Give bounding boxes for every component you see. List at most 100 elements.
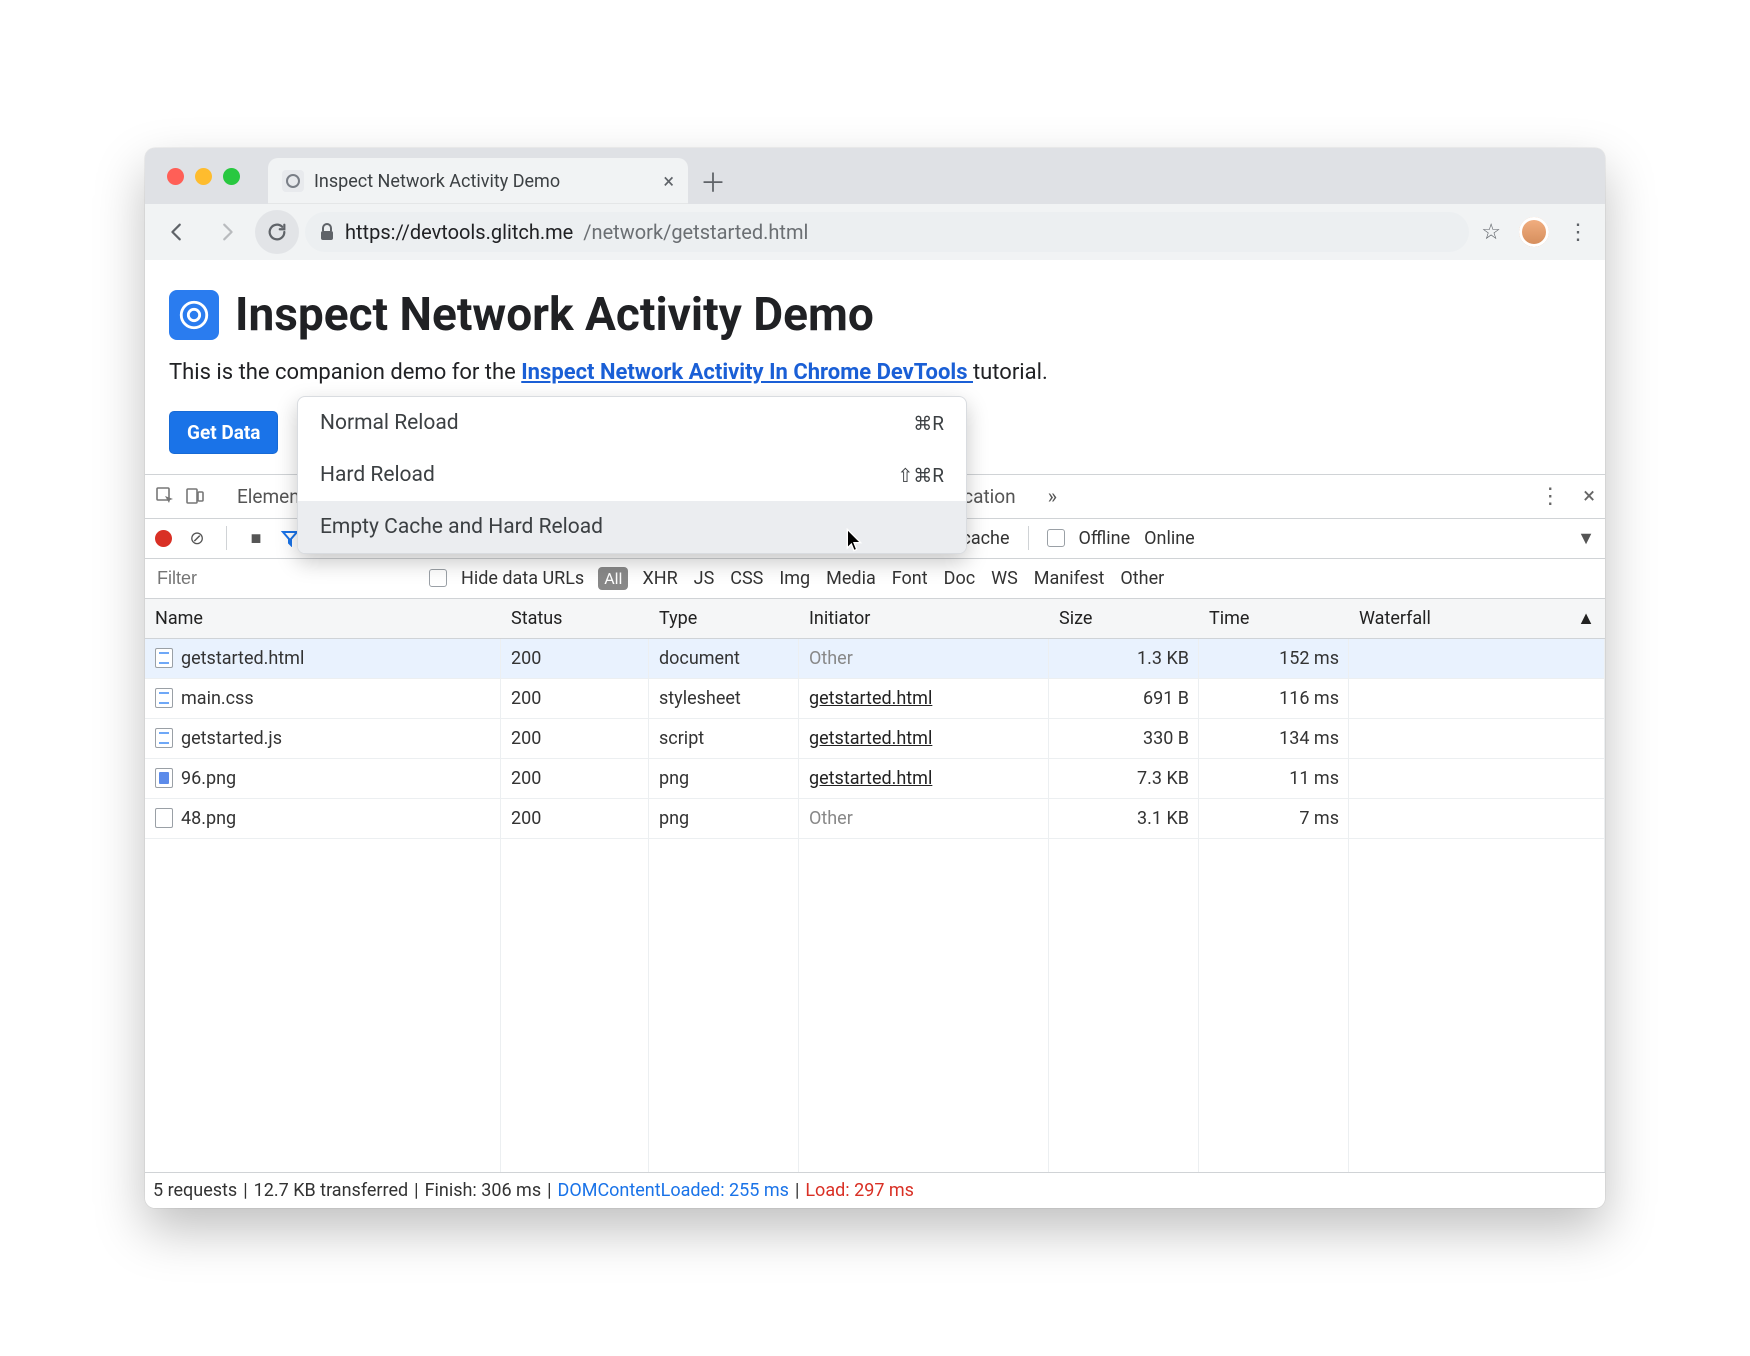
cell-size: 330 B (1049, 728, 1199, 749)
file-name: getstarted.js (181, 728, 282, 749)
url-host: https://devtools.glitch.me (345, 220, 573, 244)
devtools-menu-icon[interactable]: ⋮ (1539, 484, 1561, 509)
cell-status: 200 (501, 728, 649, 749)
menu-empty-cache-hard-reload[interactable]: Empty Cache and Hard Reload (298, 501, 966, 553)
col-status[interactable]: Status (501, 608, 649, 629)
cell-initiator: getstarted.html (799, 728, 1049, 749)
status-bar: 5 requests | 12.7 KB transferred | Finis… (145, 1172, 1605, 1208)
clear-icon[interactable]: ⊘ (186, 528, 208, 549)
filter-input[interactable] (155, 564, 415, 593)
menu-item-label: Empty Cache and Hard Reload (320, 515, 603, 539)
forward-button[interactable] (205, 210, 249, 254)
status-domcontentloaded: DOMContentLoaded: 255 ms (558, 1180, 789, 1201)
url-path: /network/getstarted.html (583, 220, 808, 244)
para-pre: This is the companion demo for the (169, 360, 521, 385)
cell-time: 152 ms (1199, 648, 1349, 669)
browser-toolbar: https://devtools.glitch.me/network/getst… (145, 204, 1605, 260)
file-name: 96.png (181, 768, 236, 789)
filter-manifest[interactable]: Manifest (1034, 568, 1105, 589)
browser-tab[interactable]: Inspect Network Activity Demo × (268, 158, 688, 204)
minimize-window-button[interactable] (195, 168, 212, 185)
menu-shortcut: ⇧⌘R (897, 464, 944, 487)
page-heading: Inspect Network Activity Demo (169, 288, 1581, 342)
status-load: Load: 297 ms (805, 1180, 914, 1201)
reload-button[interactable] (255, 210, 299, 254)
favicon-icon (282, 170, 304, 192)
throttling-select[interactable]: Online (1144, 528, 1195, 549)
col-size[interactable]: Size (1049, 608, 1199, 629)
get-data-button[interactable]: Get Data (169, 411, 278, 454)
profile-avatar[interactable] (1519, 217, 1549, 247)
cell-type: script (649, 728, 799, 749)
offline-label: Offline (1079, 528, 1131, 549)
fullscreen-window-button[interactable] (223, 168, 240, 185)
filter-js[interactable]: JS (694, 568, 715, 589)
cell-initiator: getstarted.html (799, 688, 1049, 709)
page-heading-text: Inspect Network Activity Demo (235, 288, 874, 342)
close-window-button[interactable] (167, 168, 184, 185)
address-bar[interactable]: https://devtools.glitch.me/network/getst… (305, 212, 1469, 252)
close-tab-icon[interactable]: × (663, 169, 674, 193)
hide-data-urls-checkbox[interactable] (429, 569, 447, 587)
cell-size: 1.3 KB (1049, 648, 1199, 669)
menu-icon[interactable]: ⋮ (1561, 220, 1595, 245)
network-settings-icon[interactable]: ▼ (1577, 528, 1595, 549)
table-row[interactable]: getstarted.js 200scriptgetstarted.html330… (145, 719, 1605, 759)
table-row[interactable]: 96.png200pnggetstarted.html7.3 KB11 ms (145, 759, 1605, 799)
menu-hard-reload[interactable]: Hard Reload ⇧⌘R (298, 449, 966, 501)
tab-strip: Inspect Network Activity Demo × ＋ (145, 148, 1605, 204)
filter-font[interactable]: Font (892, 568, 928, 589)
filter-ws[interactable]: WS (991, 568, 1018, 589)
filter-media[interactable]: Media (826, 568, 876, 589)
file-name: 48.png (181, 808, 236, 829)
filter-img[interactable]: Img (779, 568, 810, 589)
reload-context-menu: Normal Reload ⌘R Hard Reload ⇧⌘R Empty C… (297, 396, 967, 554)
more-tabs-icon[interactable]: » (1048, 484, 1057, 508)
table-row[interactable]: getstarted.html200documentOther1.3 KB152… (145, 639, 1605, 679)
table-row[interactable]: main.css200stylesheetgetstarted.html691 … (145, 679, 1605, 719)
filter-xhr[interactable]: XHR (642, 568, 677, 589)
file-name: main.css (181, 688, 254, 709)
device-toolbar-icon[interactable] (185, 486, 205, 506)
hide-data-urls-label: Hide data URLs (461, 568, 584, 589)
status-finish: Finish: 306 ms (425, 1180, 542, 1201)
file-icon (155, 768, 173, 788)
devtools-panel: Elements Console Sources Network Perform… (145, 474, 1605, 1208)
cell-type: document (649, 648, 799, 669)
file-icon (155, 688, 173, 708)
camera-icon[interactable]: ■ (245, 528, 267, 549)
col-type[interactable]: Type (649, 608, 799, 629)
cell-initiator: Other (799, 648, 1049, 669)
status-transferred: 12.7 KB transferred (254, 1180, 409, 1201)
offline-checkbox[interactable] (1047, 529, 1065, 547)
cell-time: 7 ms (1199, 808, 1349, 829)
tab-title: Inspect Network Activity Demo (314, 171, 560, 192)
sort-icon: ▲ (1577, 608, 1595, 629)
col-time[interactable]: Time (1199, 608, 1349, 629)
new-tab-button[interactable]: ＋ (694, 162, 732, 200)
cell-status: 200 (501, 648, 649, 669)
filter-doc[interactable]: Doc (944, 568, 976, 589)
table-row[interactable]: 48.png200pngOther3.1 KB7 ms (145, 799, 1605, 839)
col-name[interactable]: Name (145, 608, 501, 629)
inspect-element-icon[interactable] (155, 486, 175, 506)
col-waterfall[interactable]: Waterfall▲ (1349, 608, 1605, 629)
filter-css[interactable]: CSS (730, 568, 763, 589)
browser-window: Inspect Network Activity Demo × ＋ https:… (145, 148, 1605, 1208)
cell-time: 11 ms (1199, 768, 1349, 789)
cell-type: png (649, 808, 799, 829)
filter-types: XHR JS CSS Img Media Font Doc WS Manifes… (642, 568, 1164, 589)
cell-initiator: Other (799, 808, 1049, 829)
filter-other[interactable]: Other (1120, 568, 1164, 589)
filter-all[interactable]: All (598, 567, 628, 590)
col-initiator[interactable]: Initiator (799, 608, 1049, 629)
menu-item-label: Hard Reload (320, 463, 435, 487)
devtools-close-icon[interactable]: × (1583, 484, 1595, 509)
bookmark-icon[interactable]: ☆ (1481, 220, 1501, 245)
back-button[interactable] (155, 210, 199, 254)
menu-normal-reload[interactable]: Normal Reload ⌘R (298, 397, 966, 449)
window-controls (157, 148, 268, 204)
tutorial-link[interactable]: Inspect Network Activity In Chrome DevTo… (521, 360, 973, 385)
menu-shortcut: ⌘R (913, 412, 944, 435)
record-button[interactable] (155, 530, 172, 547)
